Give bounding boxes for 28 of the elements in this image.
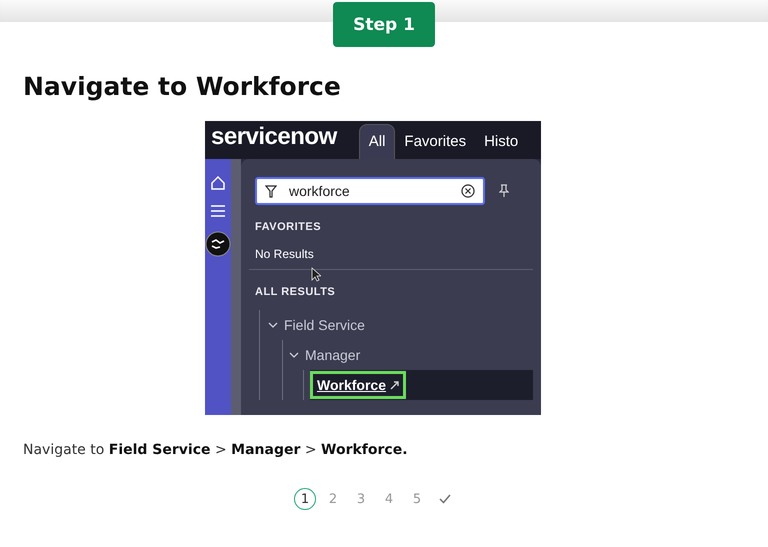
search-field[interactable]: workforce xyxy=(255,177,485,205)
arrow-icon xyxy=(390,380,399,390)
section-heading: FAVORITES xyxy=(255,221,322,233)
nav-tab[interactable]: Histo xyxy=(475,125,528,159)
nav-tab[interactable]: Favorites xyxy=(395,125,476,159)
section-heading: ALL RESULTS xyxy=(255,286,336,298)
tree-item[interactable]: Manager xyxy=(289,340,541,370)
menu-icon[interactable] xyxy=(211,205,225,217)
result-row[interactable]: Workforce xyxy=(310,370,533,400)
tree-item-label: Field Service xyxy=(284,317,365,333)
empty-message: No Results xyxy=(255,247,315,261)
tree-item-label: Manager xyxy=(305,347,360,363)
page-button[interactable]: 1 xyxy=(294,488,316,510)
pin-icon[interactable] xyxy=(499,184,509,198)
chevron-down-icon xyxy=(289,350,299,360)
cursor-icon xyxy=(311,267,321,282)
check-icon xyxy=(439,494,451,504)
step-badge: Step 1 xyxy=(333,2,435,47)
logo: servicenow xyxy=(210,123,338,152)
clear-icon[interactable] xyxy=(461,184,475,198)
instruction-text: Navigate to Field Service > Manager > Workforce. xyxy=(23,442,409,460)
result-link[interactable]: Workforce xyxy=(310,371,406,399)
home-icon[interactable] xyxy=(210,175,226,191)
tree-item[interactable]: Field Service xyxy=(268,310,541,340)
page-title: Navigate to Workforce xyxy=(23,72,342,103)
filter-icon xyxy=(265,184,277,198)
nav-tab[interactable]: All xyxy=(358,124,396,159)
chevron-down-icon xyxy=(268,320,278,330)
